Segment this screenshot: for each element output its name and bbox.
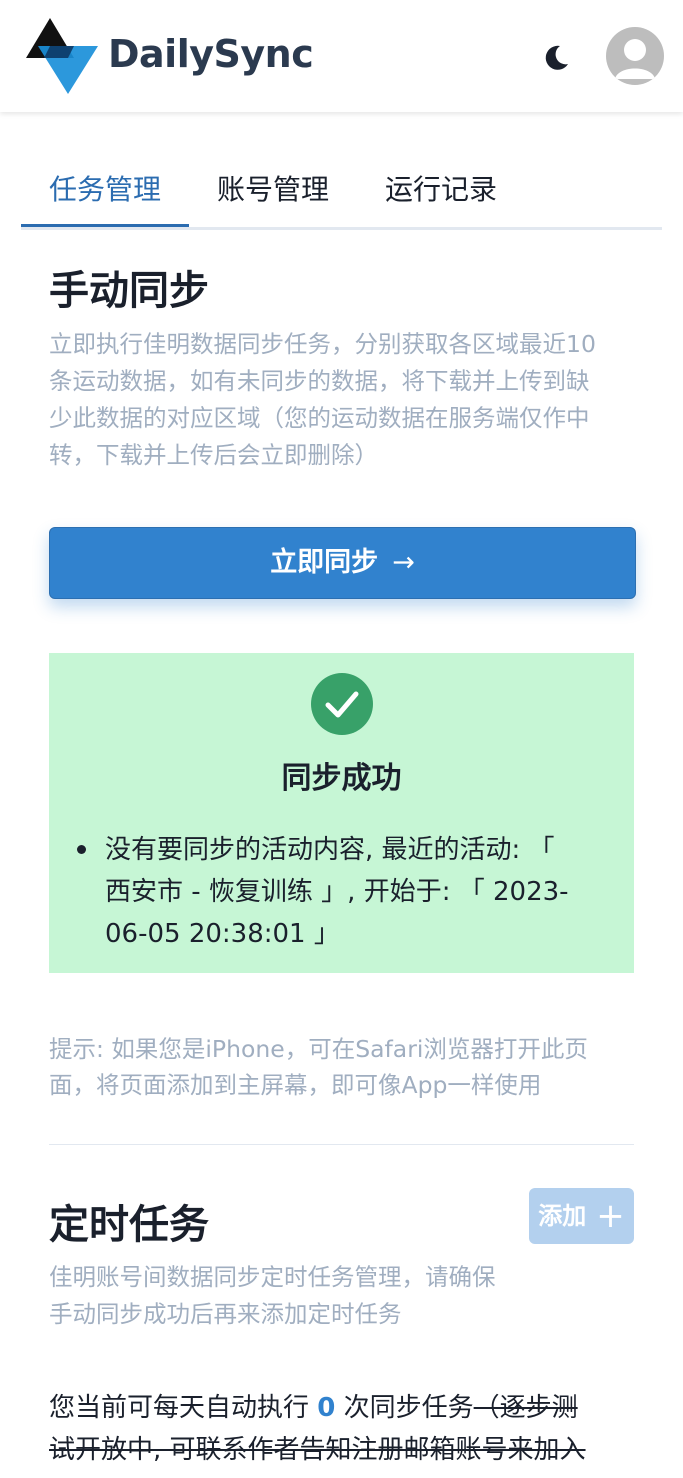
app-header: DailySync	[0, 0, 683, 112]
sync-success-alert: 同步成功 没有要同步的活动内容, 最近的活动: 「 西安市 - 恢复训练 」, …	[49, 653, 634, 973]
iphone-tip: 提示: 如果您是iPhone，可在Safari浏览器打开此页 面，将页面添加到主…	[49, 1035, 588, 1099]
check-circle-icon	[311, 673, 373, 735]
quota-count: 0	[317, 1393, 336, 1423]
add-task-button[interactable]: 添加 +	[529, 1188, 634, 1244]
plus-icon: +	[596, 1196, 625, 1236]
arrow-right-icon: →	[392, 547, 415, 578]
tab-bar: 任务管理 账号管理 运行记录	[21, 160, 662, 230]
alert-message: 没有要同步的活动内容, 最近的活动: 「 西安市 - 恢复训练 」, 开始于: …	[77, 829, 597, 955]
tab-task-management[interactable]: 任务管理	[21, 160, 189, 227]
bullet-icon	[77, 845, 86, 854]
manual-sync-title: 手动同步	[49, 268, 209, 314]
sync-now-button[interactable]: 立即同步 →	[49, 527, 636, 599]
tab-run-log[interactable]: 运行记录	[357, 160, 525, 224]
daily-quota-text: 您当前可每天自动执行 0 次同步任务（逐步测 试开放中, 可联系作者告知注册邮箱账…	[49, 1393, 586, 1465]
dailysync-logo-icon[interactable]	[24, 14, 102, 98]
quota-note-strikethrough: （逐步测	[473, 1393, 578, 1423]
scheduled-tasks-description: 佳明账号间数据同步定时任务管理，请确保 手动同步成功后再来添加定时任务	[49, 1263, 496, 1328]
manual-sync-description: 立即执行佳明数据同步任务，分别获取各区域最近10 条运动数据，如有未同步的数据，…	[49, 330, 596, 469]
scheduled-tasks-title: 定时任务	[49, 1202, 209, 1248]
avatar-silhouette-icon	[615, 39, 655, 79]
brand-name: DailySync	[108, 32, 314, 76]
tab-account-management[interactable]: 账号管理	[189, 160, 357, 224]
user-avatar-icon[interactable]	[606, 27, 664, 85]
section-divider	[49, 1144, 634, 1145]
alert-title: 同步成功	[281, 761, 402, 796]
sync-now-label: 立即同步	[270, 547, 379, 578]
add-task-label: 添加	[538, 1202, 587, 1230]
moon-icon[interactable]	[540, 42, 572, 74]
